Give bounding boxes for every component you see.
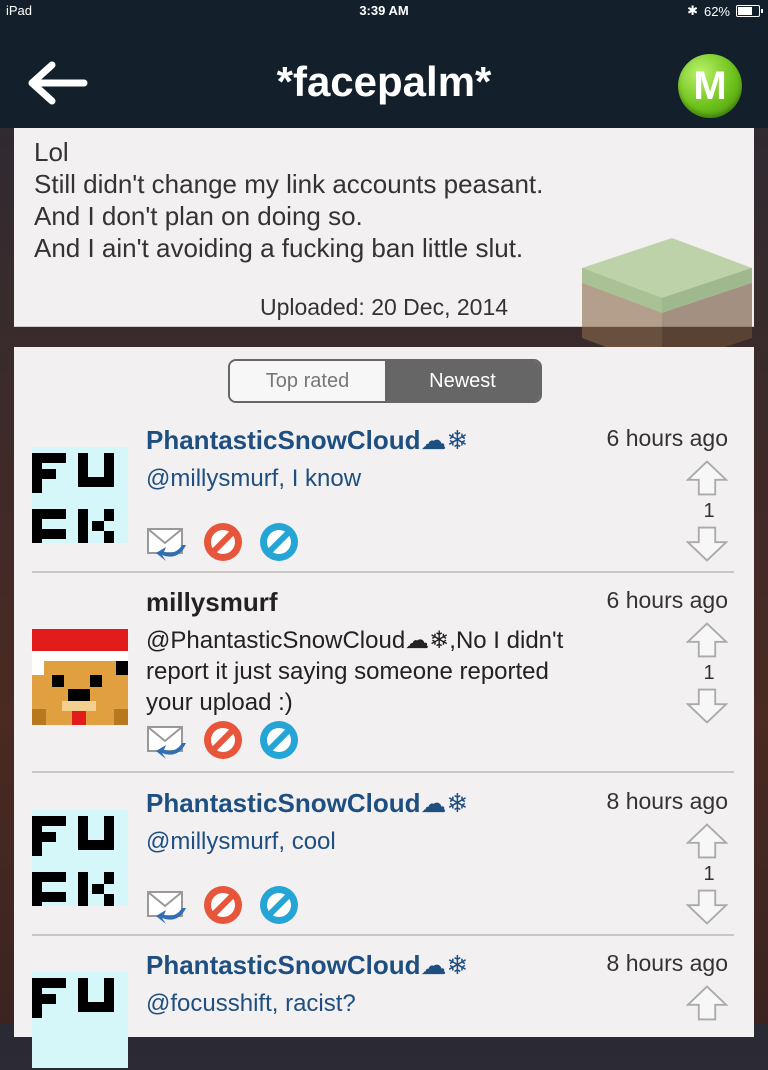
vote-count: 1 — [703, 662, 715, 684]
upvote-arrow-icon[interactable] — [686, 619, 728, 661]
comment-item: PhantasticSnowCloud☁❄ 6 hours ago @milly… — [32, 425, 734, 573]
vote-controls: 1 — [686, 457, 732, 565]
uploaded-date: Uploaded: 20 Dec, 2014 — [259, 294, 509, 320]
block-icon[interactable] — [258, 521, 300, 563]
status-time: 3:39 AM — [359, 3, 409, 18]
comment-text: @millysmurf, cool — [146, 828, 336, 855]
description-line: Still didn't change my link accounts pea… — [34, 169, 544, 199]
comment-text: @millysmurf, I know — [146, 465, 362, 492]
vote-controls — [686, 982, 732, 1024]
status-bar: iPad 3:39 AM ✱ 62% — [0, 0, 768, 22]
downvote-arrow-icon[interactable] — [686, 886, 728, 928]
status-right: ✱ 62% — [687, 3, 763, 19]
comment-timestamp: 6 hours ago — [606, 587, 728, 613]
app-logo-button[interactable]: M — [678, 54, 742, 118]
report-icon[interactable] — [202, 884, 244, 926]
downvote-arrow-icon[interactable] — [686, 685, 728, 727]
comment-timestamp: 8 hours ago — [606, 950, 728, 976]
fuck-pixel-avatar — [32, 447, 128, 543]
bluetooth-icon: ✱ — [687, 3, 698, 18]
comment-actions — [146, 719, 300, 761]
block-icon[interactable] — [258, 719, 300, 761]
comment-text-line: report it just saying someone reported — [146, 658, 549, 685]
comment-text-line: @PhantasticSnowCloud☁❄,No I didn't — [146, 627, 564, 654]
report-icon[interactable] — [202, 719, 244, 761]
comment-text-line: your upload :) — [146, 689, 293, 716]
upvote-arrow-icon[interactable] — [686, 982, 728, 1024]
comment-text: @focusshift, racist? — [146, 990, 356, 1017]
vote-count: 1 — [703, 500, 715, 522]
battery-icon — [736, 5, 763, 17]
comment-text: @PhantasticSnowCloud☁❄,No I didn't repor… — [146, 625, 626, 718]
comment-username[interactable]: PhantasticSnowCloud☁❄ — [146, 788, 468, 819]
comment-item: PhantasticSnowCloud☁❄ 8 hours ago @milly… — [32, 788, 734, 936]
downvote-arrow-icon[interactable] — [686, 523, 728, 565]
fuck-pixel-avatar — [32, 972, 128, 1068]
comment-actions — [146, 521, 300, 563]
vote-controls: 1 — [686, 619, 732, 727]
vote-controls: 1 — [686, 820, 732, 928]
description-line: And I don't plan on doing so. — [34, 201, 363, 231]
upvote-arrow-icon[interactable] — [686, 457, 728, 499]
navigation-bar: *facepalm* M — [0, 22, 768, 128]
comment-username[interactable]: millysmurf — [146, 587, 278, 618]
comment-username[interactable]: PhantasticSnowCloud☁❄ — [146, 425, 468, 456]
report-icon[interactable] — [202, 521, 244, 563]
sort-top-rated-tab[interactable]: Top rated — [230, 361, 385, 401]
comment-item: PhantasticSnowCloud☁❄ 8 hours ago @focus… — [32, 950, 734, 1070]
battery-percent: 62% — [703, 3, 730, 19]
upvote-arrow-icon[interactable] — [686, 820, 728, 862]
comment-actions — [146, 884, 300, 926]
comment-timestamp: 8 hours ago — [606, 788, 728, 814]
comments-card: Top rated Newest PhantasticSnowCloud☁❄ 6… — [14, 347, 754, 1068]
description-line: Lol — [34, 137, 69, 167]
reply-mail-icon[interactable] — [146, 719, 188, 761]
comment-item: millysmurf 6 hours ago @PhantasticSnowCl… — [32, 587, 734, 773]
description-line: And I ain't avoiding a fucking ban littl… — [34, 233, 524, 263]
description-text: Lol Still didn't change my link accounts… — [34, 136, 543, 264]
comment-timestamp: 6 hours ago — [606, 425, 728, 451]
vote-count: 1 — [703, 863, 715, 885]
fuck-pixel-avatar — [32, 810, 128, 906]
block-icon[interactable] — [258, 884, 300, 926]
sort-segmented-control: Top rated Newest — [228, 359, 542, 403]
reply-mail-icon[interactable] — [146, 884, 188, 926]
upload-description-card: Lol Still didn't change my link accounts… — [14, 128, 754, 368]
page-title: *facepalm* — [276, 58, 492, 105]
comment-username[interactable]: PhantasticSnowCloud☁❄ — [146, 950, 468, 981]
reply-mail-icon[interactable] — [146, 521, 188, 563]
sort-newest-tab[interactable]: Newest — [385, 361, 540, 401]
santa-dog-pixel-avatar — [32, 629, 128, 725]
